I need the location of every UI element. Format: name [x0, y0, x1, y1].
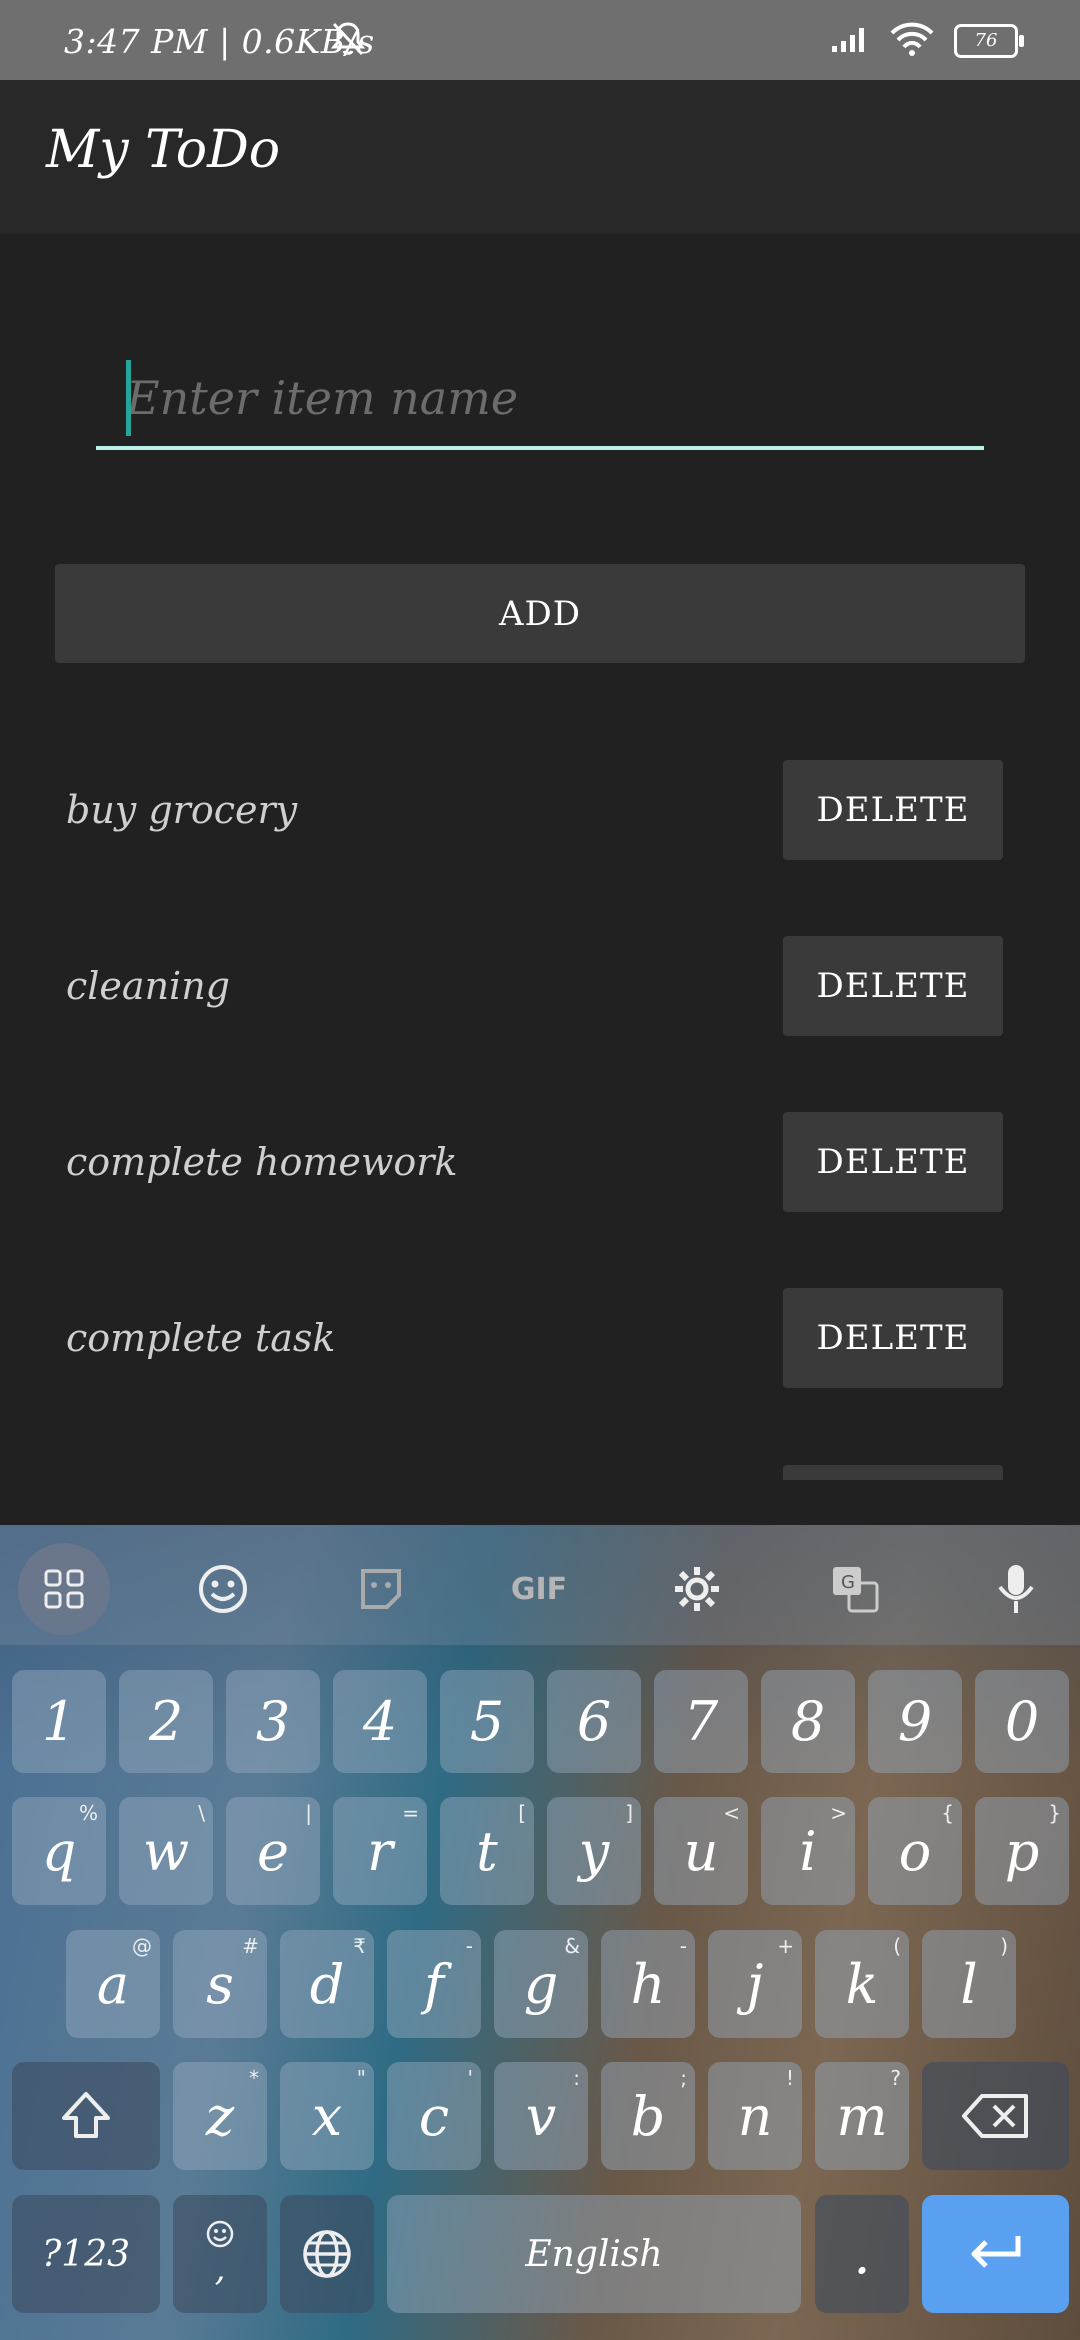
key-w[interactable]: w \ — [119, 1797, 213, 1905]
key-h[interactable]: h- — [601, 1930, 695, 2038]
shift-key[interactable] — [12, 2062, 160, 2170]
key-l[interactable]: l) — [922, 1930, 1016, 2038]
language-key[interactable] — [280, 2195, 374, 2313]
key-a[interactable]: a @ — [66, 1930, 160, 2038]
keyboard-toolbar: GIF G — [0, 1525, 1080, 1645]
add-button[interactable]: ADD — [55, 564, 1025, 663]
key-e[interactable]: e | — [226, 1797, 320, 1905]
key-g[interactable]: g & — [494, 1930, 588, 2038]
key-8[interactable]: 8 — [761, 1670, 855, 1773]
item-label: cleaning — [66, 964, 231, 1008]
key-t[interactable]: t[ — [440, 1797, 534, 1905]
enter-icon — [971, 2236, 1020, 2268]
key-y[interactable]: y] — [547, 1797, 641, 1905]
key-6[interactable]: 6 — [547, 1670, 641, 1773]
signal-icon — [830, 24, 870, 58]
item-input-container — [96, 350, 984, 460]
status-text: 3:47 PM | 0.6KB/s — [64, 22, 375, 61]
key-z[interactable]: z * — [173, 2062, 267, 2170]
backspace-key[interactable] — [922, 2062, 1069, 2170]
gear-icon[interactable] — [651, 1543, 743, 1635]
key-9[interactable]: 9 — [868, 1670, 962, 1773]
list-item: buy grocery DELETE — [0, 760, 1080, 860]
list-item: complete task DELETE — [0, 1288, 1080, 1388]
key-0[interactable]: 0 — [975, 1670, 1069, 1773]
emoji-icon[interactable] — [177, 1543, 269, 1635]
svg-text:G: G — [841, 1572, 855, 1593]
key-5[interactable]: 5 — [440, 1670, 534, 1773]
key-x[interactable]: x " — [280, 2062, 374, 2170]
key-d[interactable]: d ₹ — [280, 1930, 374, 2038]
item-label: complete task — [66, 1316, 336, 1360]
battery-icon: 76 — [954, 24, 1024, 58]
period-key[interactable]: . — [815, 2195, 909, 2313]
wifi-icon — [890, 22, 934, 60]
key-c[interactable]: c ' — [387, 2062, 481, 2170]
key-j[interactable]: j + — [708, 1930, 802, 2038]
item-label: complete homework — [66, 1140, 458, 1184]
delete-button[interactable]: DELETE — [783, 936, 1003, 1036]
delete-button[interactable]: DELETE — [783, 1112, 1003, 1212]
apps-grid-icon[interactable] — [18, 1543, 110, 1635]
delete-button[interactable]: DELETE — [783, 760, 1003, 860]
emoji-icon — [206, 2220, 234, 2248]
key-s[interactable]: s # — [173, 1930, 267, 2038]
item-label: buy grocery — [66, 788, 298, 832]
key-b[interactable]: b; — [601, 2062, 695, 2170]
enter-key[interactable] — [922, 2195, 1069, 2313]
text-caret — [126, 360, 131, 436]
sticker-icon[interactable] — [335, 1543, 427, 1635]
partial-delete-button[interactable] — [783, 1465, 1003, 1480]
app-bar: My ToDo — [0, 80, 1080, 234]
item-name-input[interactable] — [96, 350, 984, 450]
delete-button[interactable]: DELETE — [783, 1288, 1003, 1388]
key-r[interactable]: r = — [333, 1797, 427, 1905]
key-7[interactable]: 7 — [654, 1670, 748, 1773]
key-f[interactable]: f- — [387, 1930, 481, 2038]
translate-icon[interactable]: G — [809, 1543, 901, 1635]
key-4[interactable]: 4 — [333, 1670, 427, 1773]
list-item: complete homework DELETE — [0, 1112, 1080, 1212]
backspace-icon — [961, 2094, 1028, 2138]
mic-icon[interactable] — [970, 1543, 1062, 1635]
key-u[interactable]: u < — [654, 1797, 748, 1905]
key-o[interactable]: o{ — [868, 1797, 962, 1905]
key-1[interactable]: 1 — [12, 1670, 106, 1773]
emoji-comma-key[interactable]: , — [173, 2195, 267, 2313]
space-bar[interactable]: English — [387, 2195, 801, 2313]
shift-icon — [62, 2092, 110, 2138]
todo-list: buy grocery DELETE cleaning DELETE compl… — [0, 760, 1080, 1480]
mute-icon — [330, 20, 366, 62]
key-m[interactable]: m? — [815, 2062, 909, 2170]
globe-icon — [303, 2230, 351, 2278]
key-q[interactable]: q% — [12, 1797, 106, 1905]
key-k[interactable]: k( — [815, 1930, 909, 2038]
soft-keyboard: GIF G 1 2 3 4 5 6 7 8 9 0 q% w \ e | r = t[… — [0, 1525, 1080, 2340]
status-bar: 3:47 PM | 0.6KB/s 76 — [0, 0, 1080, 80]
key-p[interactable]: p} — [975, 1797, 1069, 1905]
key-3[interactable]: 3 — [226, 1670, 320, 1773]
app-title: My ToDo — [46, 120, 281, 180]
key-n[interactable]: n! — [708, 2062, 802, 2170]
key-i[interactable]: i > — [761, 1797, 855, 1905]
key-2[interactable]: 2 — [119, 1670, 213, 1773]
symbols-key[interactable]: ?123 — [12, 2195, 160, 2313]
gif-button[interactable]: GIF — [493, 1543, 585, 1635]
key-v[interactable]: v: — [494, 2062, 588, 2170]
list-item: cleaning DELETE — [0, 936, 1080, 1036]
